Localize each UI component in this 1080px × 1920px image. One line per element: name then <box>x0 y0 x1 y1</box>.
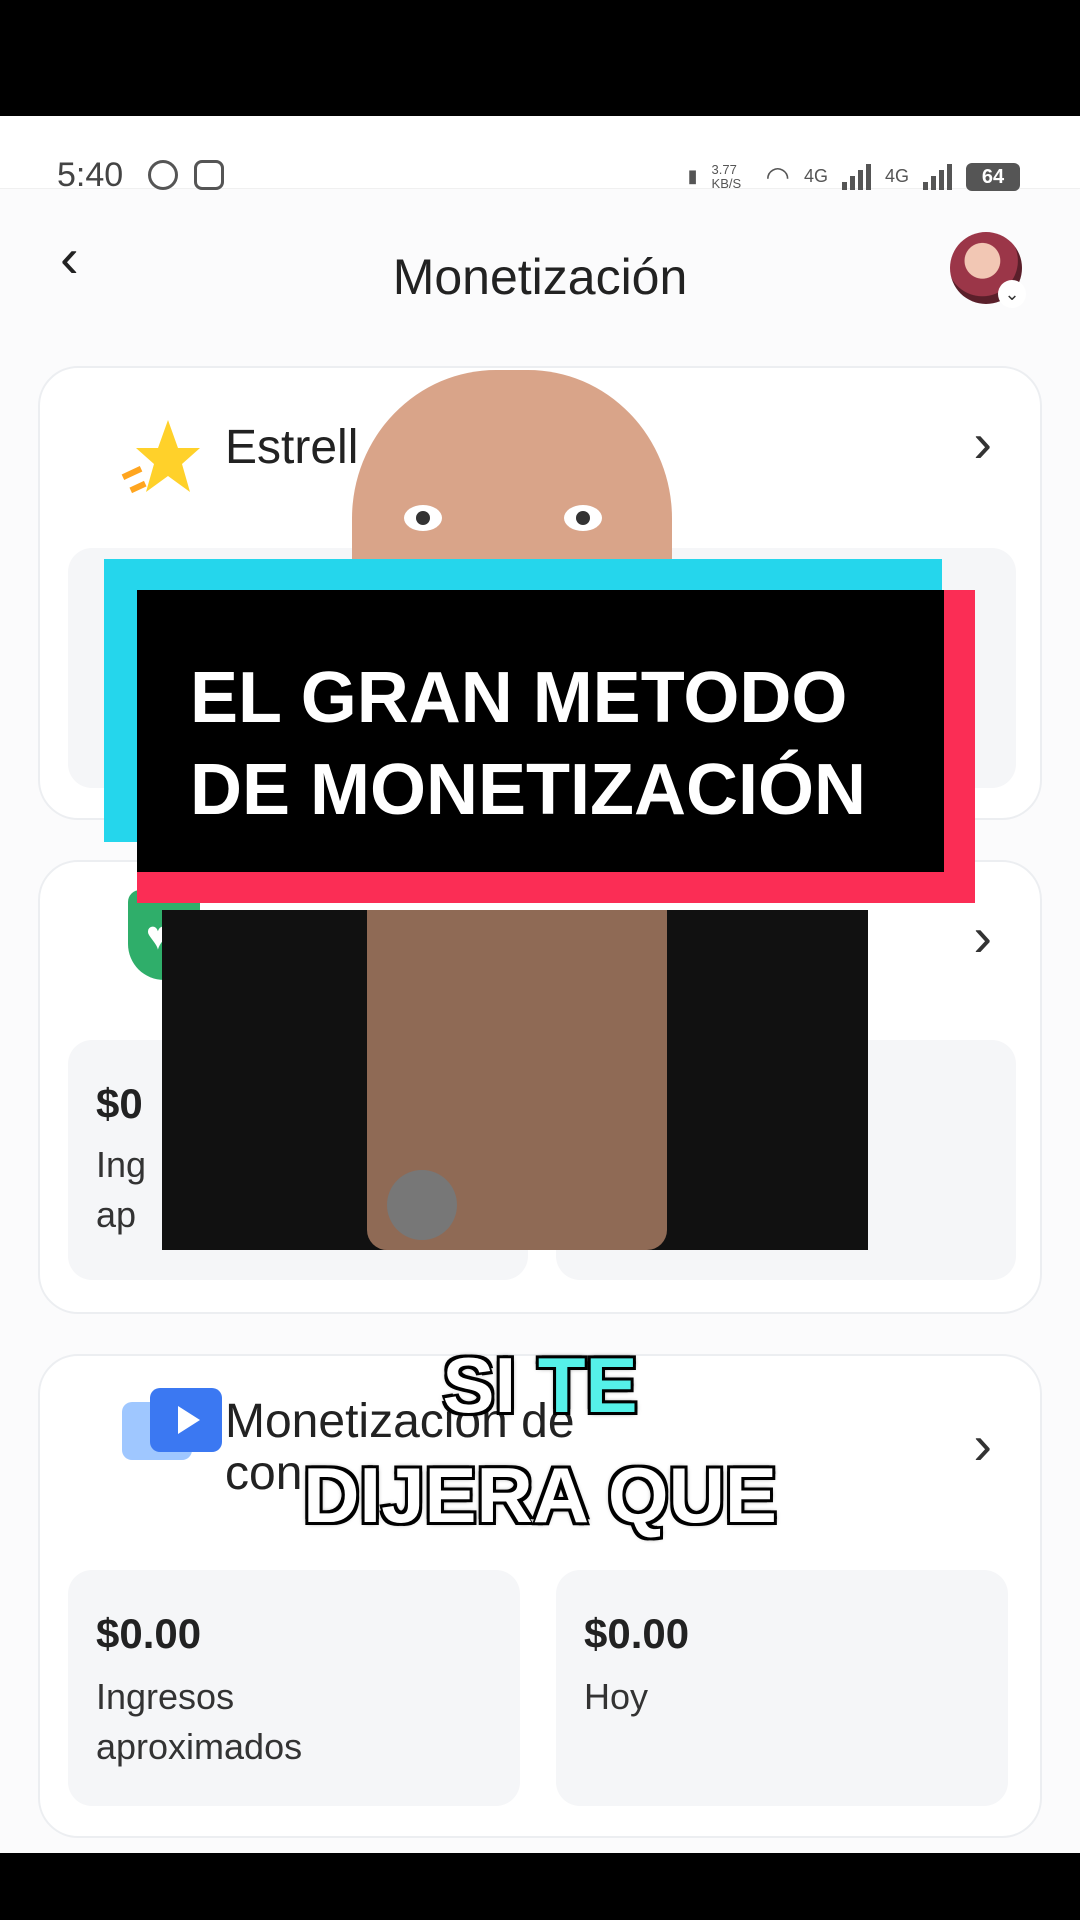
status-bar: 5:40 ▮ 3.77 KB/S ◠ 4G 4G 64 <box>0 116 1080 194</box>
net-speed: 3.77 KB/S <box>711 161 742 191</box>
app-header: ‹ Monetización ⌄ <box>0 188 1080 328</box>
stat-label-line1: Ingresos <box>96 1676 235 1717</box>
stat-label-line1: Ing <box>96 1144 147 1185</box>
instagram-icon <box>194 160 224 190</box>
net-label-2: 4G <box>884 166 909 186</box>
whatsapp-icon <box>148 160 178 190</box>
stat-label-line2: aproximados <box>96 1726 303 1767</box>
eye <box>404 505 442 531</box>
stat-label: Ingresos aproximados <box>96 1672 302 1772</box>
stat-amount: $0.00 <box>96 1610 202 1657</box>
eye <box>564 505 602 531</box>
chevron-right-icon: › <box>973 905 992 968</box>
stat-label: Hoy <box>584 1676 649 1717</box>
black-bar-bottom <box>0 1853 1080 1920</box>
banner-line2: DE MONETIZACIÓN <box>190 750 866 830</box>
stat-amount: $0.00 <box>584 1610 690 1657</box>
subtitle-line1: SI TE <box>0 1340 1080 1431</box>
black-bar-top <box>0 0 1080 116</box>
signal-icon <box>841 163 871 190</box>
stat-amount: $0 <box>96 1080 143 1127</box>
chevron-down-icon: ⌄ <box>998 280 1026 308</box>
battery-icon: 64 <box>966 162 1020 191</box>
avatar[interactable]: ⌄ <box>950 232 1026 308</box>
net-label-1: 4G <box>803 166 828 186</box>
banner-line1: EL GRAN METODO <box>190 658 848 738</box>
vibrate-icon: ▮ <box>687 166 698 186</box>
stat-label: Ing ap <box>96 1140 146 1240</box>
subtitle-word: SI <box>442 1341 517 1429</box>
stat-box-earnings: $0.00 Ingresos aproximados <box>68 1570 520 1806</box>
subtitle-highlight-word: TE <box>537 1341 638 1429</box>
chevron-right-icon: › <box>973 411 992 474</box>
banner-title: EL GRAN METODO DE MONETIZACIÓN <box>190 652 866 836</box>
stat-label-line2: ap <box>96 1194 137 1235</box>
page-title: Monetización <box>392 249 688 305</box>
subtitle-line2: DIJERA QUE <box>303 1451 777 1539</box>
signal-icon-2 <box>923 163 952 190</box>
microphone-icon <box>387 1170 457 1240</box>
stat-box-today: $0.00 Hoy <box>556 1570 1008 1806</box>
